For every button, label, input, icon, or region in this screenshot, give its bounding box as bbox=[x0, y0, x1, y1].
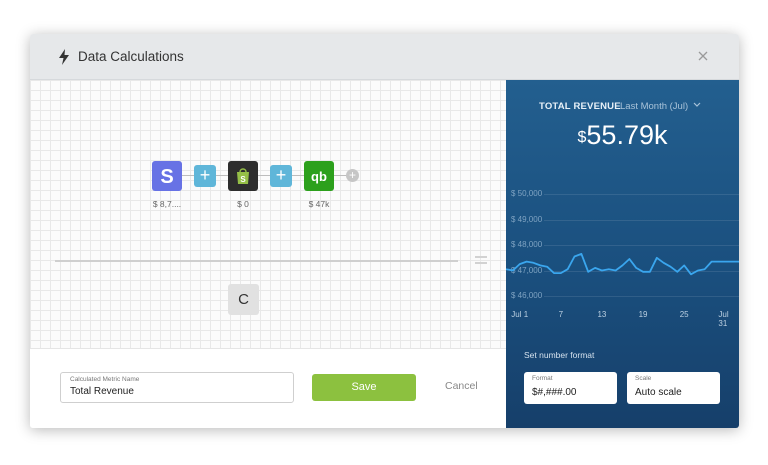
metric-name-input[interactable] bbox=[70, 386, 280, 397]
lightning-bolt-icon bbox=[59, 49, 69, 65]
revenue-line bbox=[506, 252, 739, 276]
stripe-value: $ 8,7.... bbox=[152, 199, 182, 209]
clear-button[interactable]: C bbox=[228, 284, 259, 315]
cancel-button[interactable]: Cancel bbox=[445, 380, 478, 392]
quickbooks-value: $ 47k bbox=[308, 199, 330, 209]
data-calculations-dialog: Data Calculations S $ 8,7.... + S $ 0 + … bbox=[30, 34, 739, 428]
formula-divider bbox=[55, 260, 458, 262]
number-format-heading: Set number format bbox=[524, 350, 595, 360]
metric-name-label: Calculated Metric Name bbox=[70, 376, 140, 383]
equals-icon bbox=[475, 256, 487, 264]
add-source-button[interactable]: + bbox=[346, 169, 359, 182]
svg-text:S: S bbox=[240, 175, 246, 184]
shopify-value: $ 0 bbox=[237, 199, 249, 209]
revenue-line-svg bbox=[506, 252, 739, 276]
svg-text:S: S bbox=[160, 166, 173, 188]
scale-value: Auto scale bbox=[635, 387, 682, 398]
dialog-footer: Calculated Metric Name Save Cancel bbox=[30, 348, 506, 428]
quickbooks-icon[interactable]: qb bbox=[304, 161, 334, 191]
dialog-header: Data Calculations bbox=[30, 34, 739, 80]
save-button[interactable]: Save bbox=[312, 374, 416, 401]
close-icon[interactable] bbox=[694, 47, 712, 65]
formula-canvas: S $ 8,7.... + S $ 0 + qb $ 47k + C bbox=[30, 80, 506, 348]
shopify-icon[interactable]: S bbox=[228, 161, 258, 191]
format-label: Format bbox=[532, 375, 553, 382]
preview-panel: TOTAL REVENUE Last Month (Jul) $55.79k $… bbox=[506, 80, 739, 428]
scale-field[interactable]: Scale Auto scale bbox=[627, 372, 720, 404]
dialog-title: Data Calculations bbox=[78, 49, 184, 64]
stripe-icon[interactable]: S bbox=[152, 161, 182, 191]
metric-name-field[interactable]: Calculated Metric Name bbox=[60, 372, 294, 403]
scale-label: Scale bbox=[635, 375, 652, 382]
svg-text:qb: qb bbox=[311, 169, 327, 184]
format-value: $#,###.00 bbox=[532, 387, 577, 398]
add-operator-button-2[interactable]: + bbox=[270, 165, 292, 187]
add-operator-button-1[interactable]: + bbox=[194, 165, 216, 187]
format-field[interactable]: Format $#,###.00 bbox=[524, 372, 617, 404]
